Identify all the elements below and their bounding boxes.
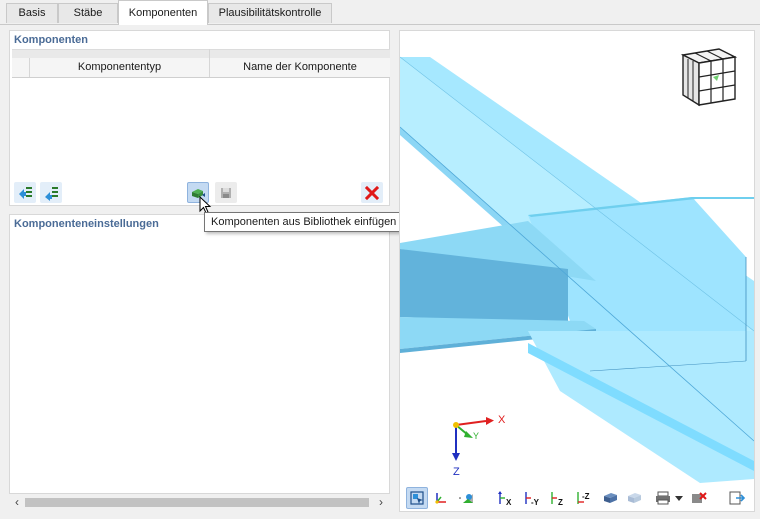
delete-button[interactable] — [361, 182, 383, 203]
print-button[interactable] — [652, 487, 674, 509]
move-down-button[interactable] — [40, 182, 62, 203]
tooltip: Komponenten aus Bibliothek einfügen — [204, 212, 404, 232]
scroll-thumb[interactable] — [25, 498, 369, 507]
tab-staebe[interactable]: Stäbe — [58, 3, 118, 23]
axis-label-z: Z — [453, 466, 460, 478]
3d-model-canvas[interactable] — [400, 31, 754, 483]
transparent-mode-icon — [628, 493, 641, 503]
move-up-button[interactable] — [14, 182, 36, 203]
components-panel-title: Komponenten — [14, 34, 88, 46]
svg-text:Z: Z — [558, 498, 563, 506]
svg-text:-Y: -Y — [531, 498, 540, 506]
visibility-icon — [459, 494, 473, 503]
view-neg-z-button[interactable]: Z — [546, 487, 568, 509]
axis-label-x: X — [498, 414, 506, 426]
grid-header: Komponententyp Name der Komponente — [12, 58, 390, 78]
svg-text:X: X — [506, 498, 512, 506]
reset-view-icon — [692, 492, 707, 503]
tab-komponenten[interactable]: Komponenten — [118, 0, 208, 25]
column-header-type[interactable]: Komponententyp — [30, 58, 210, 77]
chevron-down-icon — [675, 496, 683, 501]
move-up-icon — [19, 186, 32, 199]
settings-panel: Komponenteneinstellungen — [9, 214, 390, 494]
print-dropdown-button[interactable] — [674, 487, 684, 509]
view-z-button[interactable]: -Z — [572, 487, 594, 509]
scroll-right-arrow-icon[interactable]: › — [373, 494, 389, 511]
view-select-button[interactable] — [406, 487, 428, 509]
delete-icon — [365, 185, 379, 200]
navigation-cube[interactable] — [680, 48, 738, 107]
3d-view[interactable]: X Y Z X -Y Z -Z — [399, 30, 755, 512]
exit-icon — [729, 491, 746, 505]
view-select-icon — [410, 491, 424, 505]
axis-label-y: Y — [473, 431, 480, 441]
exit-button[interactable] — [726, 487, 748, 509]
tab-basis[interactable]: Basis — [6, 3, 58, 23]
view-toolbar: X -Y Z -Z — [400, 483, 754, 511]
print-icon — [656, 491, 670, 505]
save-to-library-icon — [221, 187, 231, 198]
axes-button[interactable] — [430, 487, 452, 509]
column-header-name[interactable]: Name der Komponente — [210, 58, 390, 77]
view-x-icon: X — [498, 491, 512, 506]
settings-panel-title: Komponenteneinstellungen — [14, 218, 159, 230]
save-to-library-button[interactable] — [215, 182, 237, 203]
view-x-button[interactable]: X — [494, 487, 516, 509]
horizontal-scrollbar[interactable]: ‹ › — [9, 494, 389, 511]
view-neg-y-button[interactable]: -Y — [520, 487, 542, 509]
view-neg-z-icon: Z — [551, 492, 563, 506]
render-mode-button[interactable] — [600, 487, 622, 509]
render-mode-2-button[interactable] — [624, 487, 646, 509]
svg-text:-Z: -Z — [582, 492, 590, 501]
scroll-left-arrow-icon[interactable]: ‹ — [9, 494, 25, 511]
render-mode-icon — [604, 493, 617, 503]
view-neg-y-icon: -Y — [525, 492, 540, 506]
axes-icon — [435, 493, 446, 504]
header-divider — [209, 49, 210, 58]
move-down-icon — [45, 186, 58, 201]
tab-bar: Basis Stäbe Komponenten Plausibilitätsko… — [0, 0, 760, 25]
reset-view-button[interactable] — [688, 487, 710, 509]
view-z-icon: -Z — [577, 492, 590, 504]
components-panel: Komponenten Komponententyp Name der Komp… — [9, 30, 390, 206]
row-header-column — [12, 58, 30, 77]
components-list[interactable] — [12, 78, 390, 178]
visibility-button[interactable] — [456, 487, 478, 509]
tab-plausibilitaetskontrolle[interactable]: Plausibilitätskontrolle — [208, 3, 332, 23]
